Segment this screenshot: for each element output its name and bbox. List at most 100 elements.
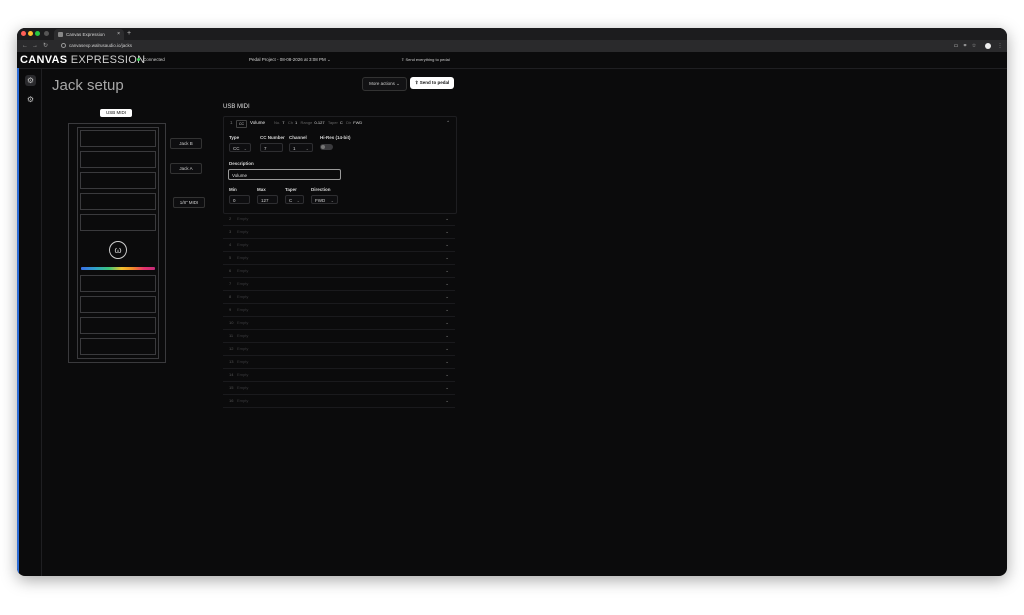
mapping-row[interactable]: 16 Empty ⌄	[223, 395, 455, 408]
jack-a-button[interactable]: Jack A	[170, 163, 202, 174]
chevron-down-icon[interactable]: ⌄	[445, 226, 449, 238]
taper-value: C	[289, 198, 293, 203]
back-icon[interactable]: ←	[22, 40, 28, 52]
chevron-down-icon[interactable]: ⌄	[445, 369, 449, 381]
mapping-row[interactable]: 3 Empty ⌄	[223, 226, 455, 239]
mapping-row[interactable]: 6 Empty ⌄	[223, 265, 455, 278]
direction-select[interactable]: FWD ⌄	[311, 195, 338, 204]
meta-value: 0-127	[314, 120, 325, 125]
connection-status: Connected	[137, 57, 165, 62]
jack-b-button[interactable]: Jack B	[170, 138, 202, 149]
channel-select[interactable]: 1 ⌄	[289, 143, 313, 152]
app-header: CANVAS EXPRESSION Connected Pedal Projec…	[17, 52, 1007, 69]
mapping-row[interactable]: 2 Empty ⌄	[223, 213, 455, 226]
mapping-row[interactable]: 11 Empty ⌄	[223, 330, 455, 343]
row-number: 16	[229, 398, 234, 403]
cast-icon[interactable]: ▭	[953, 43, 959, 49]
usb-midi-port-button[interactable]: USB MIDI	[100, 109, 132, 117]
row-empty-label: Empty	[237, 268, 249, 273]
send-to-pedal-button[interactable]: ⇪ Send to pedal	[410, 77, 454, 89]
max-label: Max	[257, 187, 266, 192]
chevron-down-icon[interactable]: ⌄	[445, 213, 449, 225]
chevron-down-icon[interactable]: ⌄	[445, 265, 449, 277]
row-empty-label: Empty	[237, 333, 249, 338]
row-empty-label: Empty	[237, 359, 249, 364]
mapping-row[interactable]: 10 Empty ⌄	[223, 317, 455, 330]
tab-bar: Canvas Expression × +	[17, 28, 1007, 40]
row-number: 14	[229, 372, 234, 377]
chevron-down-icon[interactable]: ⌄	[445, 278, 449, 290]
site-info-icon[interactable]	[61, 43, 66, 49]
chevron-down-icon[interactable]: ⌄	[445, 343, 449, 355]
led-strip	[81, 267, 155, 270]
sidebar	[17, 68, 42, 576]
sidebar-item-jacks-icon[interactable]: ⚙	[25, 75, 36, 86]
close-window-button[interactable]	[21, 31, 26, 36]
type-select[interactable]: CC ⌄	[229, 143, 251, 152]
bookmark-star-icon[interactable]: ☆	[971, 43, 977, 49]
logo-light-text: EXPRESSION	[70, 54, 146, 66]
maximize-window-button[interactable]	[35, 31, 40, 36]
close-tab-icon[interactable]: ×	[117, 29, 120, 40]
meta-key: No.	[274, 120, 281, 125]
sidebar-item-settings-icon[interactable]: ⚙	[25, 94, 36, 105]
chevron-down-icon[interactable]: ⌄	[445, 291, 449, 303]
new-tab-button[interactable]: +	[127, 28, 131, 40]
row-empty-label: Empty	[237, 229, 249, 234]
mapping-row[interactable]: 4 Empty ⌄	[223, 239, 455, 252]
mapping-row[interactable]: 5 Empty ⌄	[223, 252, 455, 265]
pedal-body: ω	[77, 127, 159, 359]
chevron-down-icon[interactable]: ⌄	[445, 304, 449, 316]
row-number: 4	[229, 242, 232, 247]
chevron-down-icon[interactable]: ⌄	[445, 252, 449, 264]
row-number: 5	[229, 255, 232, 260]
meta-key: Taper	[327, 120, 338, 125]
chevron-down-icon[interactable]: ⌄	[445, 330, 449, 342]
mapping-row[interactable]: 14 Empty ⌄	[223, 369, 455, 382]
meta-key: Dir	[346, 120, 352, 125]
chevron-down-icon[interactable]: ⌄	[445, 239, 449, 251]
row-number: 2	[229, 216, 232, 221]
mapping-item-header[interactable]: 1 CC Volume No. 7 Ch 1 Range 0-127 Taper C D…	[224, 117, 456, 129]
status-dot-icon	[137, 58, 140, 62]
row-empty-label: Empty	[237, 255, 249, 260]
minimize-window-button[interactable]	[28, 31, 33, 36]
hires-toggle[interactable]	[320, 144, 333, 150]
mapping-row[interactable]: 9 Empty ⌄	[223, 304, 455, 317]
more-actions-button[interactable]: More actions ⌄	[362, 77, 407, 91]
description-input[interactable]: Volume	[228, 169, 341, 180]
chevron-down-icon[interactable]: ⌄	[445, 317, 449, 329]
chevron-down-icon[interactable]: ⌄	[445, 356, 449, 368]
hires-label: Hi-Res (14-bit)	[320, 135, 351, 140]
reload-icon[interactable]: ↻	[43, 40, 48, 52]
row-number: 15	[229, 385, 234, 390]
row-empty-label: Empty	[237, 346, 249, 351]
min-input[interactable]: 0	[229, 195, 250, 204]
app-logo: CANVAS EXPRESSION	[20, 53, 145, 67]
tab-search-icon[interactable]	[44, 31, 49, 36]
url-field[interactable]: canvasexp.walrusaudio.io/jacks	[61, 42, 941, 50]
forward-icon[interactable]: →	[32, 40, 38, 52]
send-everything-button[interactable]: ⇪ Send everything to pedal	[401, 57, 450, 62]
mapping-row[interactable]: 7 Empty ⌄	[223, 278, 455, 291]
pedal-slot	[80, 338, 156, 355]
chevron-down-icon[interactable]: ⌄	[445, 382, 449, 394]
browser-menu-icon[interactable]: ⋮	[997, 43, 1003, 49]
project-selector[interactable]: Pedal Project - 08-08-2026 at 3:08 PM ⌄	[249, 57, 331, 63]
mapping-row[interactable]: 13 Empty ⌄	[223, 356, 455, 369]
translate-icon[interactable]: ⌗	[962, 43, 968, 49]
mapping-row[interactable]: 12 Empty ⌄	[223, 343, 455, 356]
taper-select[interactable]: C ⌄	[285, 195, 304, 204]
meta-key: Range	[300, 120, 313, 125]
browser-tab[interactable]: Canvas Expression ×	[54, 29, 124, 40]
pedal-slot	[80, 317, 156, 334]
cc-number-input[interactable]: 7	[260, 143, 283, 152]
mapping-row[interactable]: 15 Empty ⌄	[223, 382, 455, 395]
row-number: 6	[229, 268, 232, 273]
eighth-midi-button[interactable]: 1/8" MIDI	[173, 197, 205, 208]
chevron-down-icon[interactable]: ⌄	[445, 395, 449, 407]
mapping-row[interactable]: 8 Empty ⌄	[223, 291, 455, 304]
chevron-up-icon[interactable]: ⌃	[446, 117, 450, 129]
profile-avatar-icon[interactable]	[985, 43, 991, 49]
max-input[interactable]: 127	[257, 195, 278, 204]
